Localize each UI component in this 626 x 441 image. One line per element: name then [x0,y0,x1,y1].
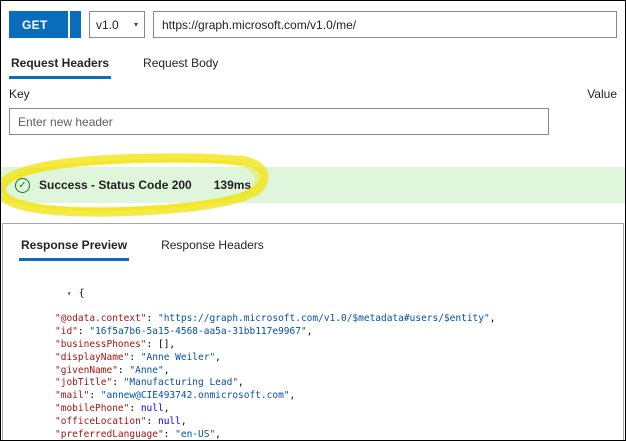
json-value: "Anne" [129,364,164,376]
collapse-toggle-icon[interactable]: ▾ [67,288,79,301]
json-key: "displayName" [55,351,130,363]
status-bar: ✓ Success - Status Code 200 139ms [1,153,625,217]
request-bar: GET v1.0 ▾ [9,11,617,38]
json-colon: : [163,428,176,440]
tab-request-body[interactable]: Request Body [141,50,220,79]
json-colon: : [129,351,141,363]
json-comma: , [215,428,221,440]
json-key: "id" [55,326,78,338]
method-select-divider [68,11,70,38]
json-key: "officeLocation" [55,415,147,427]
json-line: "mobilePhone": null, [21,403,623,416]
json-comma: , [489,313,496,325]
chevron-down-icon: ▾ [133,19,138,29]
json-value: null [140,402,164,414]
tab-request-headers[interactable]: Request Headers [9,50,112,79]
json-value: "https://graph.microsoft.com/v1.0/$metad… [157,313,490,325]
api-version-label: v1.0 [96,17,119,32]
tab-response-headers[interactable]: Response Headers [159,232,266,261]
json-key: "businessPhones" [55,338,147,350]
header-key-input[interactable] [9,108,549,135]
json-colon: : [146,313,158,325]
json-line: "@odata.context": "https://graph.microso… [21,313,623,326]
json-comma: , [238,377,244,389]
json-value: "Manufacturing Lead" [123,377,239,389]
api-version-select[interactable]: v1.0 ▾ [89,11,145,38]
json-line: "mail": "annew@CIE493742.onmicrosoft.com… [21,390,623,403]
header-form-labels: Key Value [9,87,617,102]
json-colon: : [129,402,141,414]
value-label: Value [587,87,617,101]
json-line: "preferredLanguage": "en-US", [21,428,623,440]
json-value: "Anne Weiler" [140,351,216,363]
json-key: "givenName" [55,364,118,376]
success-check-icon: ✓ [15,177,30,193]
json-value: "en-US" [175,428,216,440]
json-value: null [157,415,181,427]
json-colon: : [146,338,158,350]
json-comma: , [306,326,313,338]
request-tabs: Request Headers Request Body [9,50,617,79]
json-colon: : [89,390,101,402]
key-label: Key [9,87,30,101]
http-method-label: GET [22,17,48,32]
tab-response-preview[interactable]: Response Preview [19,232,130,261]
response-body: ▾{ "@odata.context": "https://graph.micr… [3,275,623,440]
json-colon: : [146,415,158,427]
graph-explorer-window: GET v1.0 ▾ Request Headers Request Body … [0,0,626,441]
json-open-brace: { [78,287,85,299]
json-comma: , [215,351,221,363]
json-comma: , [289,390,296,402]
request-url-input[interactable] [153,11,617,38]
json-colon: : [112,377,124,389]
json-value: [] [157,338,170,350]
response-panel: Response Preview Response Headers ▾{ "@o… [2,223,624,440]
json-entries: "@odata.context": "https://graph.microso… [21,313,623,440]
json-value: "annew@CIE493742.onmicrosoft.com" [100,390,290,402]
json-comma: , [163,364,170,376]
json-line: "id": "16f5a7b6-5a15-4568-aa5a-31bb117e9… [21,326,623,339]
status-duration: 139ms [213,178,252,192]
json-value: "16f5a7b6-5a15-4568-aa5a-31bb117e9967" [89,326,307,338]
json-key: "@odata.context" [55,313,147,325]
json-line: "jobTitle": "Manufacturing Lead", [21,377,623,390]
json-line: "businessPhones": [], [21,339,623,352]
json-colon: : [117,364,130,376]
json-comma: , [180,415,187,427]
json-line: "givenName": "Anne", [21,365,623,378]
json-key: "mobilePhone" [55,402,130,414]
json-line: "officeLocation": null, [21,416,623,429]
status-message: Success - Status Code 200 [39,178,192,192]
json-comma: , [169,338,176,350]
json-key: "preferredLanguage" [55,428,164,440]
response-tabs: Response Preview Response Headers [19,232,623,261]
json-colon: : [77,326,90,338]
json-key: "mail" [55,390,90,402]
json-line-open: ▾{ [21,275,623,313]
json-comma: , [163,402,170,414]
json-line: "displayName": "Anne Weiler", [21,352,623,365]
http-method-select[interactable]: GET [9,11,81,38]
json-key: "jobTitle" [55,377,113,389]
